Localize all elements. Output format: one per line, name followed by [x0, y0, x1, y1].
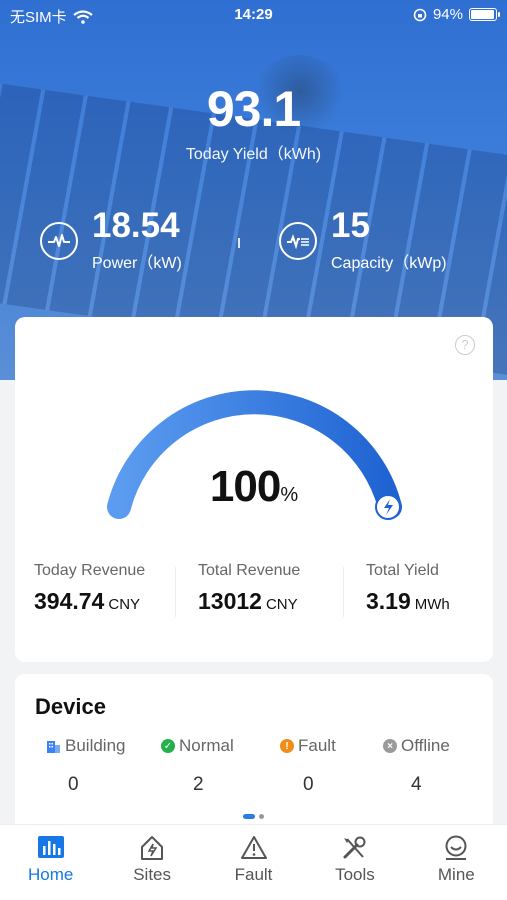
tab-tools-label: Tools — [335, 865, 375, 884]
efficiency-gauge — [107, 390, 402, 520]
check-icon: ✓ — [161, 739, 175, 753]
capacity-value: 15 — [331, 206, 370, 245]
tab-sites-label: Sites — [133, 865, 171, 884]
tab-sites[interactable]: Sites — [101, 825, 202, 900]
today-yield-label: Today Yield（kWh) — [185, 146, 322, 163]
efficiency-card: ? 100% Today Revenue 394.74 CNY Total Rev… — [15, 317, 493, 662]
normal-label: Normal — [179, 736, 234, 755]
offline-icon: × — [383, 739, 397, 753]
today-revenue-value: 394.74 — [34, 588, 105, 614]
tab-bar: Home Sites Fault Tools Mine — [0, 824, 507, 900]
total-yield-label: Total Yield — [366, 562, 439, 579]
offline-label: Offline — [401, 736, 450, 755]
efficiency-percent: 100% — [15, 462, 493, 512]
percent-unit: % — [280, 484, 299, 506]
home-chart-icon — [37, 836, 64, 858]
power-icon — [40, 221, 78, 260]
total-yield-value: 3.19 — [366, 588, 411, 614]
total-yield-unit: MWh — [414, 596, 450, 613]
alert-icon: ! — [280, 739, 294, 753]
today-revenue: Today Revenue 394.74 CNY — [34, 562, 145, 615]
building-count: 0 — [68, 774, 79, 795]
total-revenue-label: Total Revenue — [198, 562, 301, 579]
revenue-divider — [175, 567, 176, 617]
total-revenue-unit: CNY — [265, 596, 298, 613]
tab-tools[interactable]: Tools — [304, 825, 405, 900]
fault-icon — [240, 836, 267, 859]
normal-count: 2 — [193, 774, 204, 795]
percent-value: 100 — [209, 462, 281, 511]
today-revenue-unit: CNY — [108, 596, 141, 613]
battery-percent: 94% — [432, 6, 463, 23]
tab-mine[interactable]: Mine — [406, 825, 507, 900]
total-revenue-value: 13012 — [198, 588, 262, 614]
power-metric: 18.54 Power（kW) — [40, 208, 182, 273]
fault-label: Fault — [298, 736, 336, 755]
orientation-lock-icon — [413, 8, 427, 21]
device-stat-fault[interactable]: ! Fault 0 — [280, 736, 400, 796]
user-icon — [445, 835, 467, 860]
device-title: Device — [35, 694, 106, 719]
device-stat-normal[interactable]: ✓ Normal 2 — [161, 736, 281, 796]
tab-home-label: Home — [28, 865, 74, 884]
building-icon — [47, 741, 60, 753]
tools-icon — [343, 836, 366, 859]
today-revenue-label: Today Revenue — [34, 562, 146, 579]
power-value: 18.54 — [92, 206, 180, 245]
page-dot — [259, 814, 264, 819]
battery-fill — [471, 10, 494, 19]
tab-fault-label: Fault — [234, 865, 273, 884]
fault-count: 0 — [303, 774, 314, 795]
today-yield-block: 93.1 Today Yield（kWh) — [0, 80, 507, 164]
building-label: Building — [65, 736, 126, 755]
total-yield: Total Yield 3.19 MWh — [366, 562, 450, 615]
battery-icon — [469, 8, 500, 21]
device-stat-building[interactable]: Building 0 — [45, 736, 165, 796]
total-revenue: Total Revenue 13012 CNY — [198, 562, 300, 615]
status-right: 94% — [413, 6, 500, 23]
device-stat-offline[interactable]: × Offline 4 — [383, 736, 503, 796]
status-bar: 无SIM卡 14:29 94% — [0, 0, 507, 30]
tab-home[interactable]: Home — [0, 825, 101, 900]
page-indicator[interactable] — [243, 814, 264, 819]
revenue-divider — [343, 567, 344, 617]
tab-fault[interactable]: Fault — [203, 825, 304, 900]
tab-mine-label: Mine — [437, 865, 475, 884]
capacity-icon — [279, 221, 317, 260]
page-dot-active — [243, 814, 255, 819]
capacity-metric: 15 Capacity（kWp) — [279, 208, 447, 273]
sites-icon — [141, 836, 164, 860]
capacity-label: Capacity（kWp) — [331, 255, 447, 272]
device-card[interactable]: Device Building 0 ✓ Normal 2 ! Fault 0 ×… — [15, 674, 493, 834]
offline-count: 4 — [411, 774, 422, 795]
metric-divider — [238, 238, 240, 248]
today-yield-value: 93.1 — [206, 81, 301, 137]
power-label: Power（kW) — [92, 255, 182, 272]
